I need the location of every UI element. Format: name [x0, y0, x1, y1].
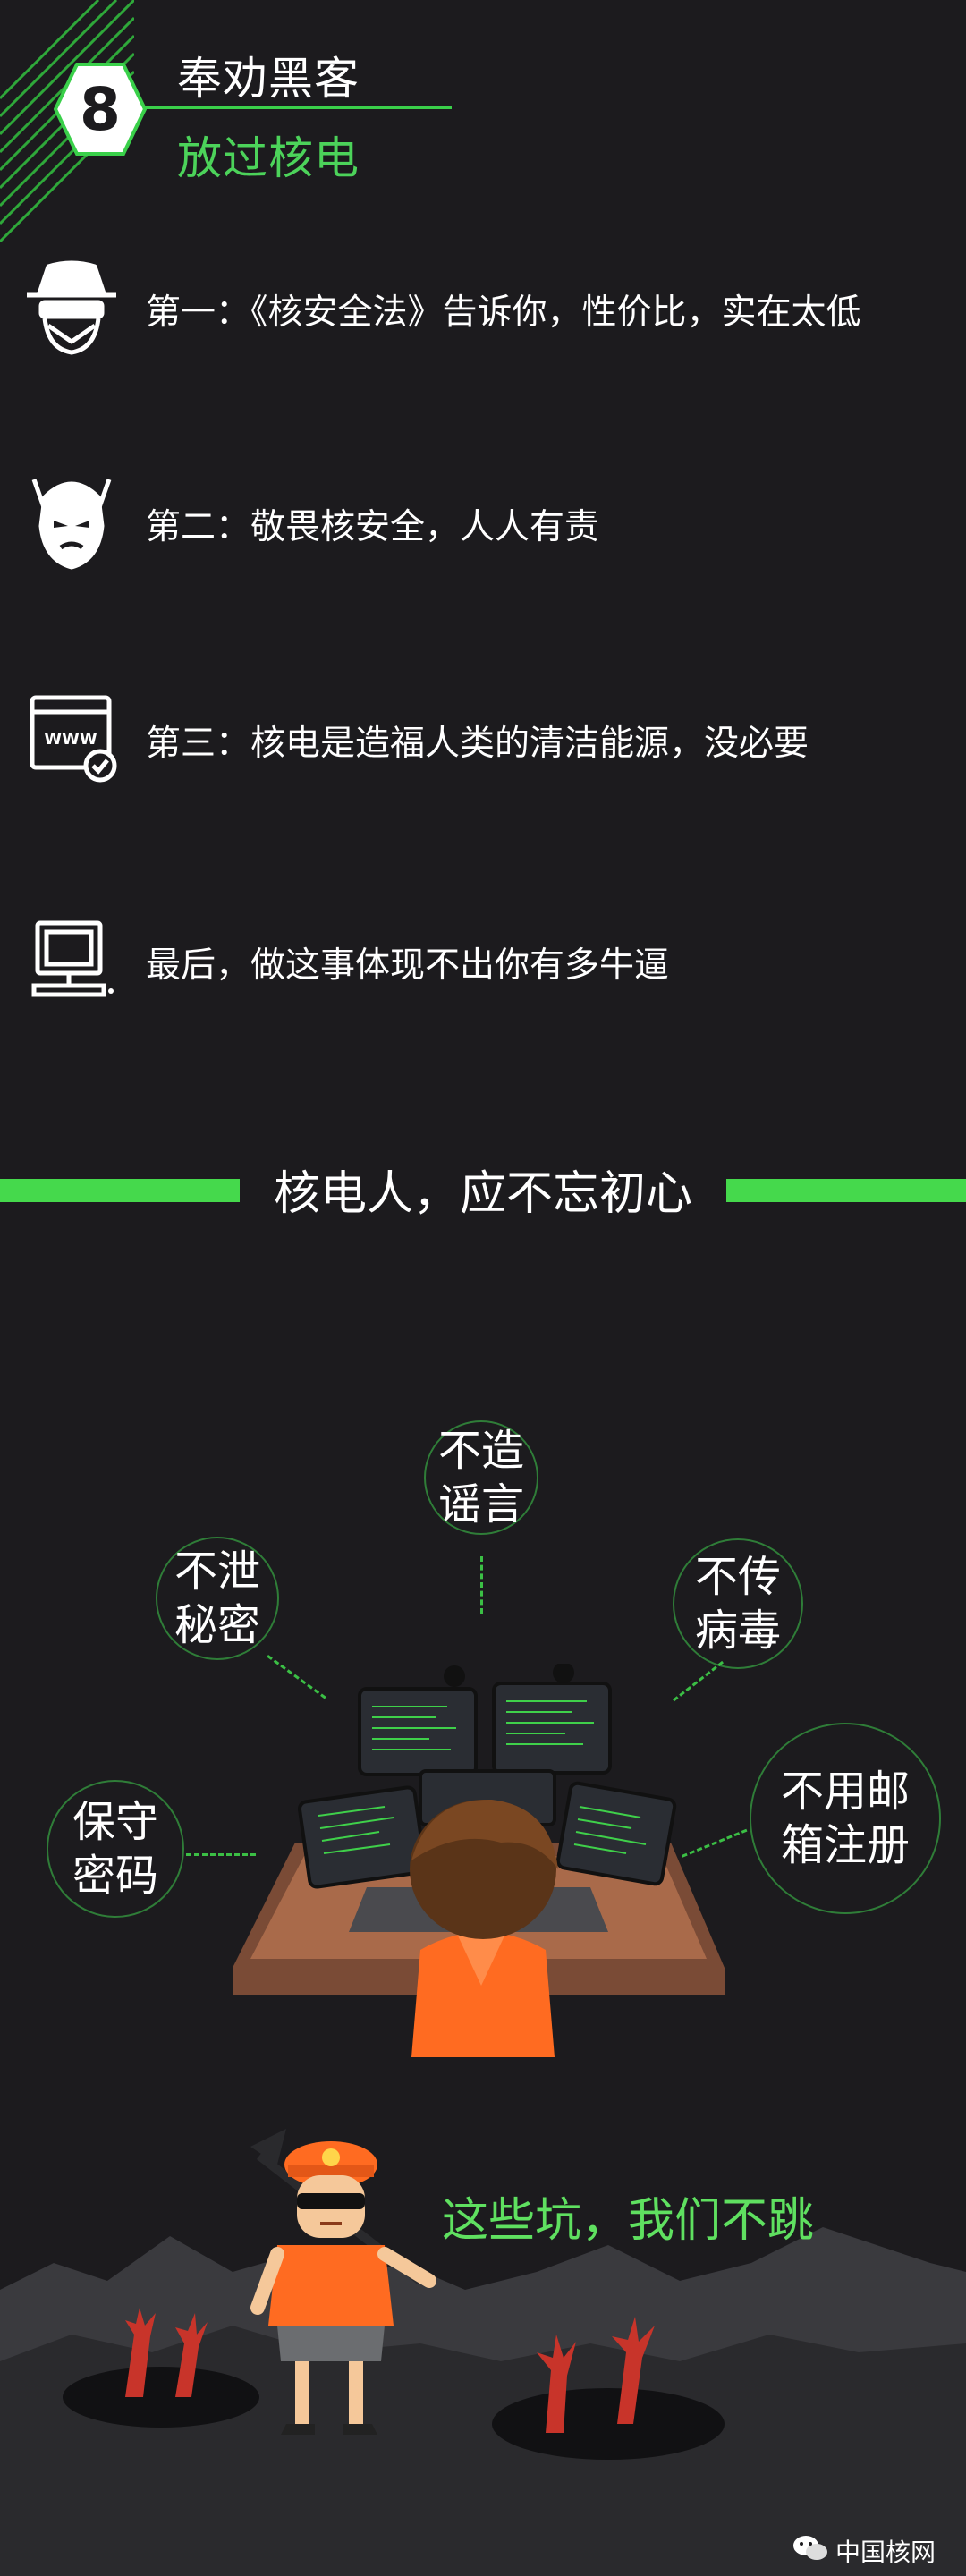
web-browser-check-icon: WWW — [30, 695, 117, 783]
bubble-right-upper-line2: 病毒 — [694, 1606, 781, 1656]
title-line-1: 奉劝黑客 — [177, 53, 360, 105]
connector-left-lower — [186, 1853, 256, 1856]
hacker-desk-illustration — [233, 1664, 724, 2057]
divider-title: 核电人，应不忘初心 — [273, 1167, 692, 1221]
spy-hacker-icon — [27, 260, 116, 355]
bubble-right-upper: 不传 病毒 — [673, 1538, 803, 1669]
bubble-top: 不造 谣言 — [424, 1420, 538, 1535]
connector-top — [480, 1556, 483, 1614]
rule-4-text: 最后，做这事体现不出你有多牛逼 — [146, 945, 670, 986]
bubble-left-upper-line2: 秘密 — [174, 1600, 260, 1650]
rule-1-text: 第一：《核安全法》告诉你，性价比，实在太低 — [146, 292, 861, 333]
bubble-top-line2: 谣言 — [437, 1479, 524, 1530]
bubble-right-upper-line1: 不传 — [694, 1552, 781, 1602]
watermark-text: 中国核网 — [835, 2538, 936, 2567]
wechat-icon — [793, 2536, 827, 2560]
rule-3-text: 第三：核电是造福人类的清洁能源，没必要 — [146, 724, 809, 764]
masked-face-icon — [31, 479, 112, 570]
section-number: 8 — [80, 74, 121, 144]
bubble-right-lower-line2: 箱注册 — [780, 1820, 910, 1870]
computer-monitor-icon — [31, 920, 114, 997]
rule-2-text: 第二：敬畏核安全，人人有责 — [146, 507, 600, 547]
bubble-right-lower-line1: 不用邮 — [780, 1767, 910, 1817]
miner-character-illustration — [250, 2129, 436, 2435]
bubble-top-line1: 不造 — [437, 1426, 524, 1476]
bubble-left-upper-line1: 不泄 — [174, 1546, 260, 1597]
svg-text:WWW: WWW — [44, 730, 97, 749]
title-line-2: 放过核电 — [177, 132, 360, 184]
bubble-left-lower: 保守 密码 — [47, 1780, 184, 1918]
bubble-left-lower-line1: 保守 — [72, 1797, 158, 1847]
slogan-text: 这些坑，我们不跳 — [442, 2194, 815, 2248]
bubble-left-upper: 不泄 秘密 — [156, 1537, 279, 1660]
bubble-right-lower: 不用邮 箱注册 — [750, 1723, 941, 1914]
bubble-left-lower-line2: 密码 — [72, 1851, 158, 1901]
